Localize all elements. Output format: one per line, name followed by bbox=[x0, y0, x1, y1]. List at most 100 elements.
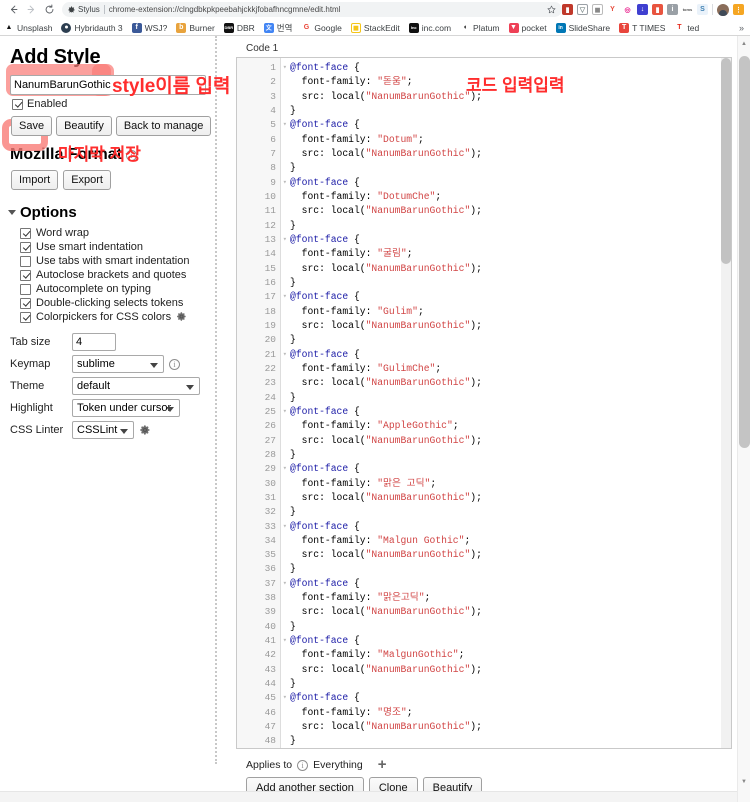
stylus-icon[interactable]: S bbox=[697, 4, 708, 15]
bookmark-label: Unsplash bbox=[17, 22, 53, 33]
option-colorpickers[interactable]: Colorpickers for CSS colors bbox=[20, 311, 214, 323]
code-line: font-family: "DotumChe"; bbox=[301, 190, 442, 202]
gear-icon[interactable] bbox=[139, 424, 151, 436]
forward-icon[interactable] bbox=[22, 1, 40, 19]
camera-icon[interactable]: ◼ bbox=[592, 4, 603, 15]
bookmark-platum[interactable]: ◖ Platum bbox=[460, 22, 500, 33]
book-icon[interactable]: ▮ bbox=[562, 4, 573, 15]
option-autocomplete-typing[interactable]: Autocomplete on typing bbox=[20, 283, 214, 295]
enabled-checkbox[interactable] bbox=[12, 98, 23, 110]
css-linter-select[interactable]: CSSLint bbox=[72, 421, 134, 439]
line-number: 17 ▾ bbox=[237, 290, 287, 304]
gear-icon[interactable] bbox=[176, 311, 188, 323]
mozilla-format-title: Mozilla Format bbox=[10, 146, 123, 163]
toms-icon[interactable]: toms bbox=[682, 4, 693, 15]
code-line: } bbox=[290, 334, 296, 346]
info-icon[interactable]: i bbox=[667, 4, 678, 15]
theme-select[interactable]: default bbox=[72, 377, 200, 395]
option-checkbox[interactable] bbox=[20, 241, 31, 253]
bookmark-unsplash[interactable]: ▲ Unsplash bbox=[4, 22, 53, 33]
bookmark-burner[interactable]: b Burner bbox=[176, 22, 215, 33]
info-icon[interactable]: i bbox=[126, 149, 138, 161]
bookmark-label: Google bbox=[314, 22, 342, 33]
avatar[interactable] bbox=[717, 3, 729, 16]
plus-icon[interactable]: + bbox=[378, 757, 387, 772]
tab-size-input[interactable] bbox=[72, 333, 116, 351]
line-number: 6 bbox=[270, 133, 276, 145]
code-line: } bbox=[290, 219, 296, 231]
yandex-icon[interactable]: Y bbox=[607, 4, 618, 15]
editor-scrollbar[interactable] bbox=[721, 58, 731, 748]
lock-icon[interactable]: ▮ bbox=[652, 4, 663, 15]
triangle-down-icon[interactable] bbox=[8, 210, 16, 215]
linkedin-icon: in bbox=[555, 22, 566, 33]
line-number: 18 bbox=[264, 305, 276, 317]
scroll-down-icon[interactable]: ▼ bbox=[738, 776, 750, 788]
scroll-up-icon[interactable]: ▲ bbox=[738, 38, 750, 50]
option-checkbox[interactable] bbox=[20, 283, 31, 295]
option-checkbox[interactable] bbox=[20, 227, 31, 239]
page-scrollbar-thumb[interactable] bbox=[739, 56, 750, 448]
bookmark-hybridauth[interactable]: ● Hybridauth 3 bbox=[61, 22, 123, 33]
code-section-label: Code 1 bbox=[246, 43, 279, 54]
info-icon[interactable]: i bbox=[169, 358, 180, 370]
star-icon[interactable] bbox=[547, 1, 556, 19]
style-name-input[interactable] bbox=[10, 75, 206, 95]
options-header[interactable]: Options bbox=[8, 204, 214, 221]
pocket-icon: ▼ bbox=[508, 22, 519, 33]
highlight-select[interactable]: Token under cursor bbox=[72, 399, 180, 417]
back-to-manage-button[interactable]: Back to manage bbox=[115, 116, 212, 136]
bookmarks-overflow-button[interactable]: » bbox=[739, 23, 746, 33]
bookmark-inc[interactable]: Inc inc.com bbox=[408, 22, 451, 33]
bookmarks-bar: ▲ Unsplash ● Hybridauth 3 f WSJ? b Burne… bbox=[0, 19, 750, 36]
import-button[interactable]: Import bbox=[11, 170, 59, 190]
option-checkbox[interactable] bbox=[20, 255, 31, 267]
option-tabs-smart-indentation[interactable]: Use tabs with smart indentation bbox=[20, 255, 214, 267]
omnibox-url[interactable]: chrome-extension://clngdbkpkpeebahjckkjf… bbox=[109, 5, 543, 14]
bookmark-slideshare[interactable]: in SlideShare bbox=[555, 22, 610, 33]
line-number: 28 bbox=[264, 448, 276, 460]
option-checkbox[interactable] bbox=[20, 297, 31, 309]
option-checkbox[interactable] bbox=[20, 311, 31, 323]
extension-chip[interactable]: Stylus bbox=[68, 5, 100, 14]
extension-name: Stylus bbox=[78, 5, 100, 14]
keymap-select[interactable]: sublime bbox=[72, 355, 164, 373]
line-number: 33 ▾ bbox=[237, 520, 287, 534]
bookmark-stackedit[interactable]: ◼ StackEdit bbox=[350, 22, 400, 33]
bookmark-google[interactable]: G Google bbox=[301, 22, 342, 33]
beautify-button[interactable]: Beautify bbox=[56, 116, 112, 136]
bookmark-translate[interactable]: 文 번역 bbox=[263, 22, 292, 34]
code-line: src: local("NanumBarunGothic"); bbox=[301, 262, 482, 274]
spiral-icon[interactable]: ◎ bbox=[622, 4, 633, 15]
option-smart-indentation[interactable]: Use smart indentation bbox=[20, 241, 214, 253]
bookmark-dbr[interactable]: DBR DBR bbox=[223, 22, 255, 33]
code-editor[interactable]: 1 ▾ 2 3 4 5 ▾ 6 7 8 9 ▾ 10 11 12 13 ▾ 14 15 16 17 ▾ 18 19 20 21 ▾ 2… bbox=[236, 57, 732, 749]
reload-icon[interactable] bbox=[40, 1, 58, 19]
option-autoclose-brackets[interactable]: Autoclose brackets and quotes bbox=[20, 269, 214, 281]
omnibox[interactable]: Stylus chrome-extension://clngdbkpkpeeba… bbox=[62, 2, 562, 17]
download-icon[interactable]: ↓ bbox=[637, 4, 648, 15]
bookmark-pocket[interactable]: ▼ pocket bbox=[508, 22, 547, 33]
option-doubleclick-tokens[interactable]: Double-clicking selects tokens bbox=[20, 297, 214, 309]
option-label: Word wrap bbox=[36, 227, 89, 239]
enabled-row[interactable]: Enabled bbox=[12, 98, 214, 110]
editor-scrollbar-thumb[interactable] bbox=[721, 58, 731, 264]
page-scrollbar[interactable]: ▲ ▼ bbox=[737, 36, 750, 802]
option-label: Double-clicking selects tokens bbox=[36, 297, 184, 309]
option-word-wrap[interactable]: Word wrap bbox=[20, 227, 214, 239]
code-line: @font-face { bbox=[290, 692, 360, 704]
bookmark-ted[interactable]: T ted bbox=[674, 22, 699, 33]
back-icon[interactable] bbox=[4, 1, 22, 19]
export-button[interactable]: Export bbox=[63, 170, 111, 190]
info-icon[interactable]: i bbox=[297, 759, 309, 771]
bookmark-wsj[interactable]: f WSJ? bbox=[131, 22, 167, 33]
line-number: 45 ▾ bbox=[237, 691, 287, 705]
code-content[interactable]: @font-face { font-family: "돋움"; src: loc… bbox=[281, 58, 731, 748]
bookmark-ttimes[interactable]: T T TIMES bbox=[619, 22, 665, 33]
horizontal-scrollbar[interactable] bbox=[0, 791, 737, 802]
save-button[interactable]: Save bbox=[11, 116, 53, 136]
menu-icon[interactable]: ⋮ bbox=[733, 4, 744, 15]
shield-icon[interactable]: ▽ bbox=[577, 4, 588, 15]
setting-label-theme: Theme bbox=[10, 380, 45, 392]
option-checkbox[interactable] bbox=[20, 269, 31, 281]
